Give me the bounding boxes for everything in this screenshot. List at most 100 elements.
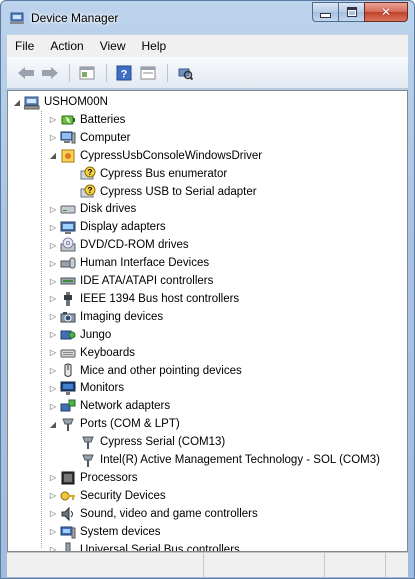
back-button[interactable] [15,62,37,84]
tree-child-cypress-usb-to-serial-adapter[interactable]: ? Cypress USB to Serial adapter [68,183,257,201]
expand-arrow-icon[interactable]: ▷ [48,527,58,536]
tree-item-label: Computer [80,131,131,144]
close-button[interactable]: ✕ [364,2,408,22]
maximize-icon [346,7,357,17]
tree-item-disk-drives[interactable]: ▷ Disk drives [48,200,136,218]
scan-hardware-button[interactable] [174,62,196,84]
processor-icon [60,470,76,486]
display-adapter-icon [60,219,76,235]
title-bar[interactable]: Device Manager ✕ [1,1,414,34]
tree-item-keyboards[interactable]: ▷ Keyboards [48,344,135,362]
collapse-arrow-icon[interactable]: ◢ [12,98,22,107]
tree-child-cypress-bus-enumerator[interactable]: ? Cypress Bus enumerator [68,165,227,183]
tree-item-label: Batteries [80,113,126,126]
sound-icon [60,506,76,522]
collapse-arrow-icon[interactable]: ◢ [48,420,58,429]
minimize-button[interactable] [312,2,338,22]
expand-arrow-icon[interactable]: ▷ [48,348,58,357]
expand-arrow-icon[interactable]: ▷ [48,384,58,393]
window-controls: ✕ [312,2,408,22]
battery-icon [60,112,76,128]
tree-item-processors[interactable]: ▷ Processors [48,469,138,487]
expand-arrow-icon[interactable]: ▷ [48,241,58,250]
status-segment [204,553,325,577]
tree-item-computer[interactable]: ▷ Computer [48,129,131,147]
expand-arrow-icon[interactable]: ▷ [48,133,58,142]
device-tree[interactable]: ◢ USHOM00N ▷ Batteries ▷ Computer ◢ CypressUsbC… [7,90,408,552]
forward-button[interactable] [39,62,61,84]
tree-child-cypress-serial-com13[interactable]: Cypress Serial (COM13) [68,433,225,451]
expand-arrow-icon[interactable]: ▷ [48,205,58,214]
help-button[interactable]: ? [113,62,135,84]
collapse-arrow-icon[interactable]: ◢ [48,151,58,160]
tree-item-label: System devices [80,525,161,538]
expand-arrow-icon[interactable]: ▷ [48,259,58,268]
tree-child-intel-r-active-management-technology-sol-com3[interactable]: Intel(R) Active Management Technology - … [68,451,380,469]
tree-connector-line [41,111,42,549]
expand-arrow-icon[interactable]: ▷ [48,402,58,411]
menu-action[interactable]: Action [42,39,91,53]
toolbar-separator [106,63,107,82]
expand-arrow-icon[interactable]: ▷ [48,312,58,321]
toolbar-separator [69,63,70,82]
svg-text:?: ? [88,168,93,177]
tree-root-ushom00n[interactable]: ◢ USHOM00N [12,93,108,111]
expand-arrow-icon[interactable]: ▷ [48,223,58,232]
status-segment [325,553,386,577]
menu-bar: File Action View Help [7,34,408,57]
tree-item-dvd-cd-rom-drives[interactable]: ▷ DVD/CD-ROM drives [48,236,189,254]
expand-arrow-icon[interactable]: ▷ [48,294,58,303]
properties-button[interactable] [76,62,98,84]
port-icon [80,434,96,450]
tree-item-imaging-devices[interactable]: ▷ Imaging devices [48,308,163,326]
tree-item-display-adapters[interactable]: ▷ Display adapters [48,218,166,236]
toolbar-separator [167,63,168,82]
tree-item-mice-and-other-pointing-devices[interactable]: ▷ Mice and other pointing devices [48,362,242,380]
svg-text:?: ? [88,186,93,195]
tree-item-cypressusbconsolewindowsdriver[interactable]: ◢ CypressUsbConsoleWindowsDriver [48,147,262,165]
tree-item-label: Sound, video and game controllers [80,507,258,520]
tree-item-label: IEEE 1394 Bus host controllers [80,292,240,305]
menu-file[interactable]: File [7,39,42,53]
expand-arrow-icon[interactable]: ▷ [48,366,58,375]
ieee1394-icon [60,291,76,307]
tree-item-universal-serial-bus-controllers[interactable]: ▷ Universal Serial Bus controllers [48,541,240,552]
tree-item-label: Cypress Serial (COM13) [100,436,226,449]
tree-item-ide-ata-atapi-controllers[interactable]: ▷ IDE ATA/ATAPI controllers [48,272,213,290]
maximize-button[interactable] [338,2,364,22]
tree-item-network-adapters[interactable]: ▷ Network adapters [48,397,170,415]
tree-item-label: Disk drives [80,203,137,216]
imaging-device-icon [60,309,76,325]
security-device-icon [60,488,76,504]
tree-item-ieee-1394-bus-host-controllers[interactable]: ▷ IEEE 1394 Bus host controllers [48,290,239,308]
tree-item-batteries[interactable]: ▷ Batteries [48,111,125,129]
tree-item-security-devices[interactable]: ▷ Security Devices [48,487,166,505]
menu-view[interactable]: View [92,39,134,53]
expand-arrow-icon[interactable]: ▷ [48,509,58,518]
expand-arrow-icon[interactable]: ▷ [48,473,58,482]
expand-arrow-icon[interactable]: ▷ [48,277,58,286]
tree-item-jungo[interactable]: ▷ Jungo [48,326,111,344]
port-icon [80,452,96,468]
tree-item-label: Cypress Bus enumerator [100,167,228,180]
expand-arrow-icon[interactable]: ▷ [48,115,58,124]
usb-icon [60,542,76,551]
expand-arrow-icon[interactable]: ▷ [48,491,58,500]
tree-item-ports-com-lpt[interactable]: ◢ Ports (COM & LPT) [48,415,180,433]
tree-item-sound-video-and-game-controllers[interactable]: ▷ Sound, video and game controllers [48,505,258,523]
status-segment [7,553,204,577]
menu-help[interactable]: Help [134,39,175,53]
expand-arrow-icon[interactable]: ▷ [48,545,58,551]
tree-item-label: Network adapters [80,400,171,413]
ide-controller-icon [60,273,76,289]
tree-item-label: Ports (COM & LPT) [80,418,180,431]
tree-item-label: CypressUsbConsoleWindowsDriver [80,149,263,162]
tree-item-label: IDE ATA/ATAPI controllers [80,275,214,287]
warning-device-icon [60,148,76,164]
tree-item-system-devices[interactable]: ▷ System devices [48,523,161,541]
tree-item-label: Universal Serial Bus controllers [80,543,240,552]
tree-item-monitors[interactable]: ▷ Monitors [48,379,124,397]
show-hidden-button[interactable] [137,62,159,84]
expand-arrow-icon[interactable]: ▷ [48,330,58,339]
tree-item-human-interface-devices[interactable]: ▷ Human Interface Devices [48,254,209,272]
